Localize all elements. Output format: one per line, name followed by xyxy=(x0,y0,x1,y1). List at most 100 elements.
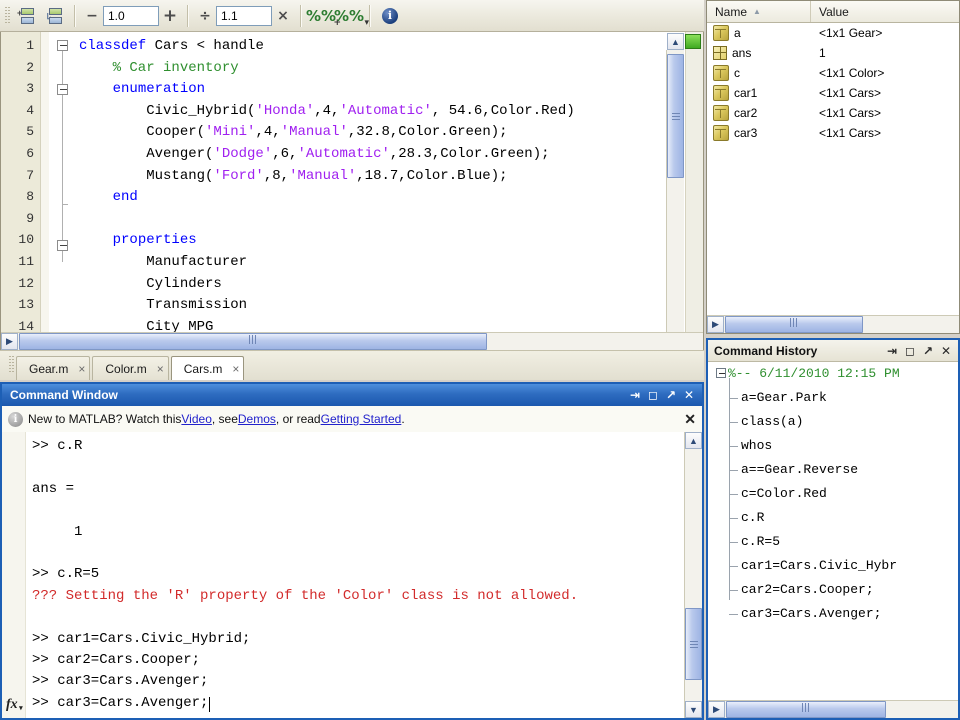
fold-toggle-enumeration[interactable] xyxy=(57,84,68,95)
code-analyzer-ok-indicator[interactable] xyxy=(685,34,701,49)
fold-toggle-properties[interactable] xyxy=(57,240,68,251)
history-entry[interactable]: c=Color.Red xyxy=(741,486,827,501)
command-history-titlebar: Command History ⇥ ◻ ↗ ✕ xyxy=(708,340,958,362)
undock-icon[interactable]: ↗ xyxy=(662,387,680,403)
workspace-row-name-cell: a xyxy=(707,25,811,41)
evaluate-cell-icon[interactable]: %% + xyxy=(306,2,341,30)
getting-started-link[interactable]: Getting Started xyxy=(321,412,402,426)
workspace-variable-name: car2 xyxy=(734,106,758,120)
cell-divide-icon[interactable]: ↳ xyxy=(40,2,68,30)
notice-prefix: New to MATLAB? Watch this xyxy=(28,412,182,426)
close-icon[interactable]: × xyxy=(78,362,85,376)
workspace-row[interactable]: ans 1 xyxy=(707,43,959,63)
history-entry[interactable]: whos xyxy=(741,438,772,453)
fold-toggle-classdef[interactable] xyxy=(57,40,68,51)
close-icon[interactable]: ✕ xyxy=(937,343,955,359)
workspace-hscroll-thumb[interactable] xyxy=(725,316,863,333)
tabs-drag-handle[interactable] xyxy=(7,354,16,376)
command-history-list[interactable]: %-- 6/11/2010 12:15 PM a=Gear.Park class(a… xyxy=(708,362,958,698)
code-line[interactable]: properties xyxy=(79,232,197,248)
new-cell-icon[interactable]: + xyxy=(12,2,40,30)
object-cube-icon xyxy=(713,65,729,81)
code-line[interactable]: Transmission xyxy=(79,297,247,313)
code-line[interactable]: Cylinders xyxy=(79,276,222,292)
history-entry[interactable]: car2=Cars.Cooper; xyxy=(741,582,874,597)
command-window-vscroll-thumb[interactable] xyxy=(685,608,702,680)
scroll-up-arrow-icon[interactable]: ▲ xyxy=(685,432,702,449)
matrix-grid-icon xyxy=(713,46,727,60)
history-entry[interactable]: class(a) xyxy=(741,414,803,429)
history-session-collapse-toggle[interactable] xyxy=(716,368,726,378)
notice-close-icon[interactable]: ✕ xyxy=(684,411,696,428)
scroll-right-arrow-icon[interactable]: ▶ xyxy=(1,333,18,350)
code-folding-column[interactable] xyxy=(57,32,79,350)
code-line[interactable]: Civic_Hybrid('Honda',4,'Automatic', 54.6… xyxy=(79,103,575,119)
code-line[interactable]: enumeration xyxy=(79,81,205,97)
editor-horizontal-scrollbar[interactable]: ◀ ▶ xyxy=(1,332,703,350)
video-link[interactable]: Video xyxy=(181,412,211,426)
close-icon[interactable]: × xyxy=(157,362,164,376)
file-tab-color-m[interactable]: Color.m × xyxy=(92,356,169,380)
workspace-row[interactable]: a <1x1 Gear> xyxy=(707,23,959,43)
dock-icon[interactable]: ⇥ xyxy=(883,343,901,359)
workspace-column-value[interactable]: Value xyxy=(811,1,849,22)
workspace-row[interactable]: car3 <1x1 Cars> xyxy=(707,123,959,143)
maximize-icon[interactable]: ◻ xyxy=(901,343,919,359)
close-icon[interactable]: × xyxy=(232,362,239,376)
editor-hscroll-thumb[interactable] xyxy=(19,333,487,350)
code-analyzer-strip[interactable] xyxy=(685,32,703,350)
file-tab-gear-m[interactable]: Gear.m × xyxy=(16,356,91,380)
editor-vertical-scrollbar[interactable]: ▲ ▼ xyxy=(666,33,684,349)
scroll-down-arrow-icon[interactable]: ▼ xyxy=(685,701,702,718)
workspace-row[interactable]: car1 <1x1 Cars> xyxy=(707,83,959,103)
workspace-variable-list[interactable]: a <1x1 Gear> ans 1 c <1x1 Color> car1 <1x1 Cars… xyxy=(707,23,959,143)
command-history-hscroll-thumb[interactable] xyxy=(726,701,886,718)
multiply-button[interactable]: × xyxy=(272,8,294,24)
code-text-area[interactable]: classdef Cars < handle % Car inventory e… xyxy=(79,32,681,350)
dock-icon[interactable]: ⇥ xyxy=(626,387,644,403)
history-entry[interactable]: c.R xyxy=(741,510,764,525)
code-line[interactable]: % Car inventory xyxy=(79,60,239,76)
maximize-icon[interactable]: ◻ xyxy=(644,387,662,403)
close-icon[interactable]: ✕ xyxy=(680,387,698,403)
history-entry[interactable]: car3=Cars.Avenger; xyxy=(741,606,881,621)
divide-button[interactable]: ÷ xyxy=(194,8,216,24)
command-window-vertical-scrollbar[interactable]: ▲ ▼ xyxy=(684,432,702,718)
scroll-right-arrow-icon[interactable]: ▶ xyxy=(707,316,724,333)
history-entry[interactable]: a=Gear.Park xyxy=(741,390,827,405)
object-cube-icon xyxy=(713,125,729,141)
code-line[interactable]: Cooper('Mini',4,'Manual',32.8,Color.Gree… xyxy=(79,124,507,141)
history-entry[interactable]: a==Gear.Reverse xyxy=(741,462,858,477)
increment-value-field[interactable]: 1.0 xyxy=(103,5,159,26)
undock-icon[interactable]: ↗ xyxy=(919,343,937,359)
workspace-row[interactable]: c <1x1 Color> xyxy=(707,63,959,83)
code-line[interactable]: Avenger('Dodge',6,'Automatic',28.3,Color… xyxy=(79,146,549,162)
history-entry[interactable]: c.R=5 xyxy=(741,534,780,549)
file-tab-cars-m[interactable]: Cars.m × xyxy=(170,356,245,380)
scroll-right-arrow-icon[interactable]: ▶ xyxy=(708,701,725,718)
toolbar-drag-handle[interactable] xyxy=(3,5,12,27)
command-history-horizontal-scrollbar[interactable]: ◀ ▶ xyxy=(708,700,958,718)
code-line[interactable]: classdef Cars < handle xyxy=(79,38,264,54)
code-line[interactable]: Mustang('Ford',8,'Manual',18.7,Color.Blu… xyxy=(79,168,507,184)
function-browser-icon[interactable]: fx xyxy=(6,697,22,713)
workspace-horizontal-scrollbar[interactable]: ◀ ▶ xyxy=(707,315,959,333)
decrease-button[interactable]: − xyxy=(81,8,103,24)
line-number: 3 xyxy=(26,81,34,97)
code-line[interactable]: end xyxy=(79,189,138,205)
multiply-value-field[interactable]: 1.1 xyxy=(216,5,272,26)
code-editor[interactable]: 1 2 3 4 5 6 7 8 9 10 11 12 13 14 classdef Cars < hand… xyxy=(0,32,704,350)
command-history-panel: Command History ⇥ ◻ ↗ ✕ %-- 6/11/2010 12… xyxy=(706,338,960,720)
code-line[interactable]: Manufacturer xyxy=(79,254,247,270)
editor-vscroll-thumb[interactable] xyxy=(667,54,684,178)
info-icon[interactable]: i xyxy=(376,2,404,30)
workspace-column-name[interactable]: Name ▲ xyxy=(707,1,811,22)
demos-link[interactable]: Demos xyxy=(238,412,276,426)
fold-end-tick xyxy=(62,204,68,205)
scroll-up-arrow-icon[interactable]: ▲ xyxy=(667,33,684,50)
increase-button[interactable]: + xyxy=(159,6,181,26)
workspace-row[interactable]: car2 <1x1 Cars> xyxy=(707,103,959,123)
history-entry[interactable]: car1=Cars.Civic_Hybr xyxy=(741,558,897,573)
code-token: 'Manual' xyxy=(280,124,348,141)
command-window-output[interactable]: fx ▲ ▼ >> c.R ans = 1 >> c.R=5 ??? Setting … xyxy=(2,432,702,718)
